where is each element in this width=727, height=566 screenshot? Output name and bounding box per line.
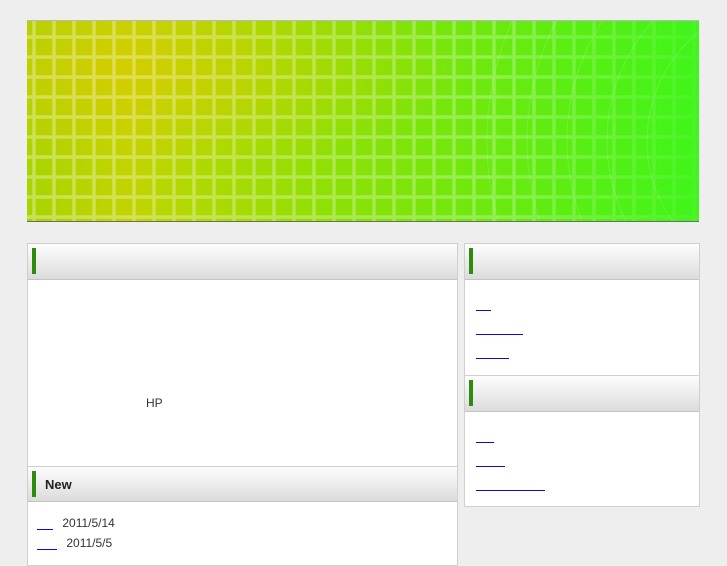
sidebar-panel-1	[464, 243, 700, 377]
news-item-date: 2011/5/14	[62, 516, 115, 530]
sidebar-link[interactable]	[476, 344, 509, 359]
sidebar-panel-2	[464, 375, 700, 507]
sidebar-panel-2-header	[465, 376, 699, 412]
news-panel-title: New	[45, 477, 72, 492]
intro-panel-header	[28, 244, 457, 280]
header-banner	[27, 20, 699, 222]
sidebar-link[interactable]	[476, 452, 505, 467]
sidebar-link[interactable]	[476, 296, 491, 311]
sidebar-link[interactable]	[476, 320, 523, 335]
news-item-link[interactable]	[37, 516, 53, 530]
sidebar-link[interactable]	[476, 428, 494, 443]
sidebar-panel-1-header	[465, 244, 699, 280]
intro-body-text: HP	[146, 396, 163, 410]
news-item-link[interactable]	[37, 536, 57, 550]
news-panel-header: New	[28, 466, 457, 502]
accent-bar	[469, 248, 473, 274]
sidebar-link[interactable]	[476, 476, 545, 491]
accent-bar	[32, 471, 36, 497]
accent-bar	[469, 380, 473, 406]
accent-bar	[32, 248, 36, 274]
news-panel: New 2011/5/14 2011/5/5	[27, 466, 458, 566]
news-item: 2011/5/5	[37, 536, 112, 550]
news-item: 2011/5/14	[37, 516, 115, 530]
news-item-date: 2011/5/5	[66, 536, 113, 550]
intro-panel: HP	[27, 243, 458, 468]
banner-grid-graphic	[27, 21, 699, 221]
